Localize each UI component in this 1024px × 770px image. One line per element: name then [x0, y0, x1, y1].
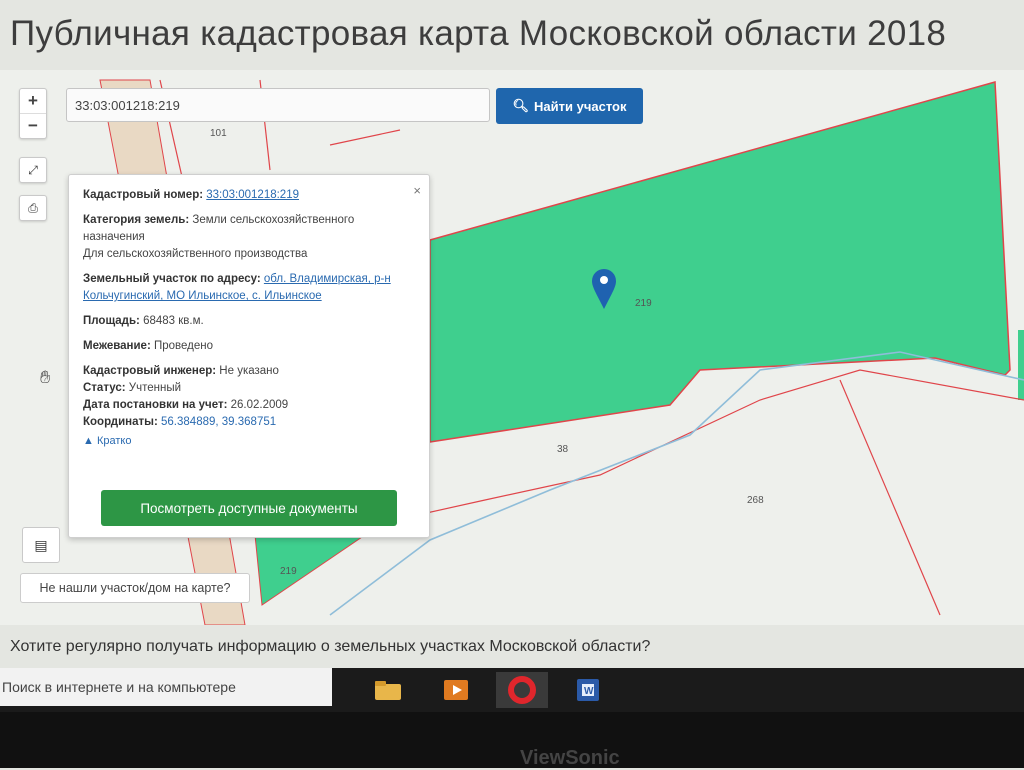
monitor-brand-logo: ViewSonic: [520, 747, 620, 769]
plot-219: [429, 81, 1011, 443]
find-plot-label: Найти участок: [534, 98, 627, 114]
page-title: Публичная кадастровая карта Московской о…: [10, 14, 947, 53]
search-icon: 🔍︎: [512, 98, 530, 113]
zoom-control: + −: [19, 88, 47, 139]
folder-icon[interactable]: [362, 672, 414, 708]
print-button[interactable]: ⎙: [19, 195, 47, 221]
opera-icon[interactable]: [496, 672, 548, 708]
plot-219-south: [254, 534, 367, 606]
status-value: Учтенный: [128, 382, 182, 394]
coordinates-label: Координаты:: [83, 416, 158, 428]
survey-value: Проведено: [153, 340, 214, 352]
plot-label: 101: [210, 128, 227, 139]
printer-icon: ⎙: [28, 201, 38, 215]
registration-date-label: Дата постановки на учет:: [83, 399, 228, 411]
coordinates-link[interactable]: 56.384889, 39.368751: [161, 416, 276, 428]
expand-icon: ⤢: [28, 163, 38, 177]
zoom-out-button[interactable]: −: [20, 113, 46, 138]
hand-cursor-icon: ✋︎: [40, 367, 51, 387]
status-label: Статус:: [83, 382, 126, 394]
close-icon[interactable]: ×: [413, 182, 421, 199]
not-found-button[interactable]: Не нашли участок/дом на карте?: [20, 573, 250, 603]
land-usage-value: Для сельскохозяйственного производства: [83, 248, 308, 260]
find-plot-button[interactable]: 🔍︎ Найти участок: [496, 88, 643, 124]
land-category-label: Категория земель:: [83, 214, 190, 226]
cadastral-number-link[interactable]: 33:03:001218:219: [206, 189, 299, 201]
media-player-icon[interactable]: [430, 672, 482, 708]
svg-text:W: W: [584, 686, 594, 697]
plot-label: 38: [557, 444, 569, 455]
plot-label: 219: [635, 298, 652, 309]
plot-east: [1018, 330, 1024, 400]
layers-button[interactable]: ▤: [22, 527, 60, 563]
layers-icon: ▤: [34, 537, 48, 553]
cadastral-number-label: Кадастровый номер:: [83, 189, 204, 201]
address-label: Земельный участок по адресу:: [83, 273, 261, 285]
area-value: 68483 кв.м.: [143, 315, 204, 327]
fullscreen-button[interactable]: ⤢: [19, 157, 47, 183]
cadastral-search-input[interactable]: [66, 88, 490, 122]
word-icon[interactable]: W: [562, 672, 614, 708]
area-label: Площадь:: [83, 315, 140, 327]
subscription-question: Хотите регулярно получать информацию о з…: [10, 638, 651, 655]
taskbar-search-box[interactable]: Поиск в интернете и на компьютере: [0, 668, 332, 706]
boundary-line: [329, 129, 401, 146]
collapse-link[interactable]: ▲ Кратко: [83, 433, 131, 450]
caret-up-icon: ▲: [83, 435, 94, 447]
engineer-label: Кадастровый инженер:: [83, 365, 217, 377]
survey-label: Межевание:: [83, 340, 151, 352]
collapse-label: Кратко: [96, 435, 132, 447]
registration-date-value: 26.02.2009: [230, 399, 289, 411]
engineer-value: Не указано: [219, 365, 279, 377]
view-documents-button[interactable]: Посмотреть доступные документы: [101, 490, 397, 526]
plot-info-popup: × Кадастровый номер: 33:03:001218:219 Ка…: [68, 174, 430, 538]
plot-label: 268: [747, 495, 764, 506]
plot-label: 219: [280, 566, 297, 577]
taskbar: Поиск в интернете и на компьютере W: [0, 668, 1024, 712]
monitor-bezel: [0, 712, 1024, 768]
boundary-line: [839, 379, 941, 616]
zoom-in-button[interactable]: +: [20, 89, 46, 113]
